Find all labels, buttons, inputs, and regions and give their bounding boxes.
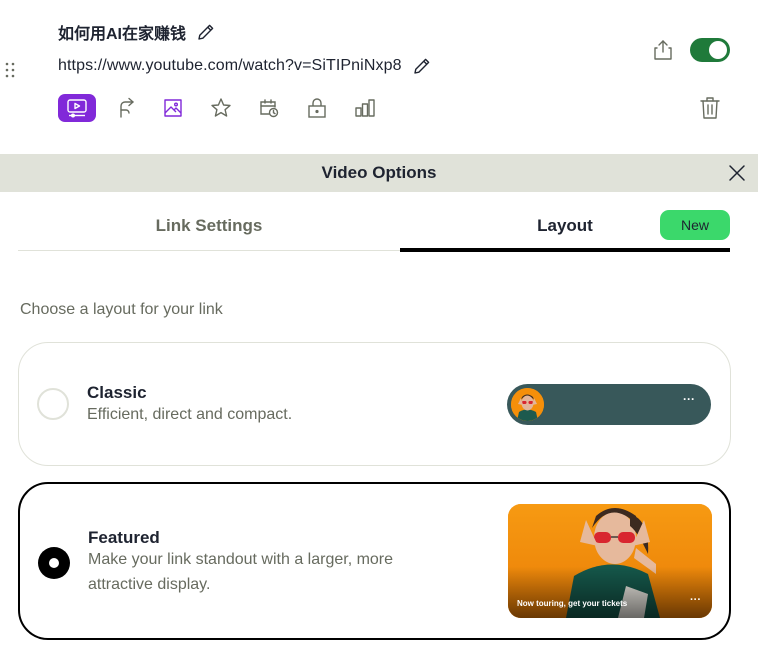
url-row: https://www.youtube.com/watch?v=SiTIPniN… [58,54,432,78]
edit-url-icon[interactable] [412,56,432,76]
options-header: Video Options [0,154,758,192]
featured-radio[interactable] [38,547,70,579]
featured-preview-caption: Now touring, get your tickets [517,599,628,608]
redirect-tool-button[interactable] [106,94,144,122]
tab-link-settings[interactable]: Link Settings [18,208,400,252]
lock-tool-button[interactable] [298,94,336,122]
classic-more-icon: ··· [683,392,695,406]
classic-preview-thumbnail [511,388,544,421]
delete-icon[interactable] [699,96,721,120]
options-title: Video Options [321,163,437,182]
link-card: 如何用AI在家赚钱 https://www.youtube.com/watch?… [0,0,758,154]
new-badge: New [660,210,730,240]
video-tool-button[interactable] [58,94,96,122]
link-visibility-toggle[interactable] [690,38,730,62]
link-toolbar [58,94,394,122]
edit-title-icon[interactable] [196,22,216,42]
priority-tool-button[interactable] [202,94,240,122]
redirect-icon [120,97,134,118]
active-tab-indicator [400,248,730,252]
close-icon[interactable] [727,163,747,183]
analytics-icon [355,99,375,117]
classic-description: Efficient, direct and compact. [87,406,293,423]
featured-description: Make your link standout with a larger, m… [88,551,394,593]
video-icon [67,99,87,118]
layout-option-classic[interactable]: Classic Efficient, direct and compact. ·… [18,342,731,466]
classic-radio[interactable] [37,388,69,420]
image-icon [164,99,182,117]
link-url[interactable]: https://www.youtube.com/watch?v=SiTIPniN… [58,57,402,75]
drag-handle-icon[interactable] [4,61,16,79]
toggle-knob [709,41,727,59]
lock-icon [308,98,326,118]
classic-name: Classic [87,383,147,402]
featured-more-icon: ··· [690,594,701,606]
schedule-tool-button[interactable] [250,94,288,122]
schedule-icon [260,99,279,118]
featured-preview: Now touring, get your tickets ··· [508,504,712,618]
analytics-tool-button[interactable] [346,94,384,122]
layout-option-featured[interactable]: Featured Make your link standout with a … [18,482,731,640]
image-tool-button[interactable] [154,94,192,122]
title-row: 如何用AI在家赚钱 [58,20,216,44]
star-icon [211,98,231,117]
classic-preview: ··· [507,384,711,425]
layout-prompt: Choose a layout for your link [20,301,223,318]
share-icon[interactable] [652,39,674,61]
link-title[interactable]: 如何用AI在家赚钱 [58,20,186,44]
featured-name: Featured [88,528,160,547]
options-tabs: Link Settings Layout New [18,208,730,252]
